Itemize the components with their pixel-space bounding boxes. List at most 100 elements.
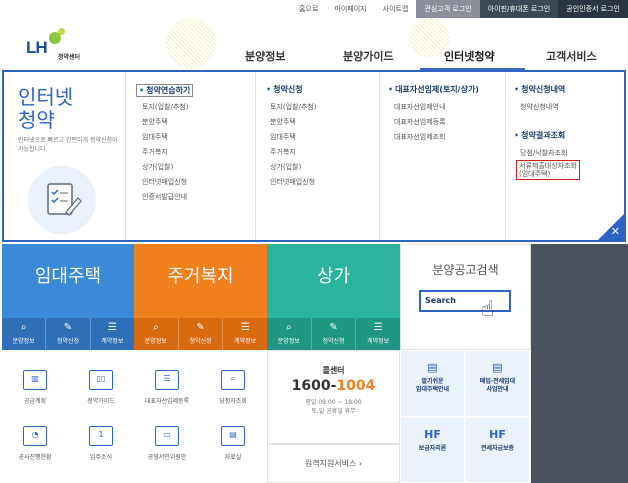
- tile-label: 매입·전세임대 사업안내: [466, 378, 529, 394]
- quick-apply-guide[interactable]: ▯▯ 청약가이드: [68, 370, 134, 405]
- tile-sale-info-link[interactable]: ⌕ 분양정보: [134, 318, 179, 350]
- quick-committee[interactable]: ▭ 공영서민위원안: [134, 426, 200, 461]
- rental-housing-tile[interactable]: 임대주택 ⌕ 분양정보 ✎ 청약신청 ☰ 계약정보: [2, 244, 134, 350]
- document-icon: ☰: [155, 370, 179, 390]
- quick-supply-plan[interactable]: ▥ 공급계획: [2, 370, 68, 405]
- remote-support-link[interactable]: 원격지원서비스 ›: [267, 444, 400, 483]
- quick-construction-status[interactable]: ◔ 공사진행현황: [2, 426, 68, 461]
- quick-label: 입주소식: [89, 454, 113, 461]
- practice-apply-heading[interactable]: 청약연습하기: [136, 84, 194, 97]
- nav-internet-apply[interactable]: 인터넷청약: [444, 48, 495, 64]
- mega-title-line2: 청약: [18, 108, 55, 132]
- representative-item-guide[interactable]: 대표자선임제안내: [394, 102, 446, 112]
- hf-logo-icon: HF: [489, 428, 506, 441]
- practice-item-sale-house[interactable]: 분양주택: [142, 117, 168, 127]
- number-suffix: 1004: [336, 378, 376, 394]
- practice-item-store[interactable]: 상가(입찰): [142, 162, 173, 172]
- apply-item-welfare[interactable]: 주거복지: [270, 147, 296, 157]
- practice-item-rental[interactable]: 임대주택: [142, 132, 168, 142]
- quick-move-in-news[interactable]: 1 입주소식: [68, 426, 134, 461]
- result-lookup-heading[interactable]: 청약결과조회: [514, 130, 565, 141]
- link-label: 청약신청: [322, 338, 345, 345]
- tile-label-line1: 매입·전세임대: [479, 378, 516, 385]
- call-center-number: 1600-1004: [268, 378, 399, 394]
- practice-item-purchase[interactable]: 인터넷매입신청: [142, 177, 187, 187]
- mega-col-practice: 청약연습하기 토지(입찰/추첨) 분양주택 임대주택 주거복지 상가(입찰) 인…: [126, 72, 256, 240]
- calendar-icon: 1: [89, 426, 113, 446]
- sitemap-link[interactable]: 사이트맵: [375, 0, 417, 18]
- apply-item-store[interactable]: 상가(입찰): [270, 162, 301, 172]
- tile-contract-link[interactable]: ☰ 계약정보: [223, 318, 267, 350]
- ipin-login-button[interactable]: 아이핀/휴대폰 로그인: [479, 0, 559, 18]
- main-nav: 분양정보 분양가이드 인터넷청약 고객서비스: [0, 48, 628, 66]
- quick-label: 자료실: [224, 454, 242, 461]
- close-icon[interactable]: ✕: [611, 225, 620, 238]
- practice-item-cert[interactable]: 인증서발급안내: [142, 192, 187, 202]
- notice-search-panel: 분양공고검색 Search ☝: [400, 244, 531, 350]
- quick-label: 대표자선임제등록: [144, 398, 190, 405]
- tile-label-line2: 사업안내: [486, 386, 509, 393]
- hours-weekday: 평일 09:00 ~ 18:00: [305, 399, 362, 406]
- jeonse-guarantee-tile[interactable]: HF 전세자금보증: [465, 417, 530, 483]
- tile-title: 임대주택: [34, 266, 102, 287]
- interest-login-button[interactable]: 관심고객 로그인: [416, 0, 480, 18]
- document-submission-lookup-item[interactable]: 서류제출대상자조회 (임대주택): [516, 160, 580, 180]
- mega-title: 인터넷 청약: [18, 86, 73, 132]
- tile-apply-link[interactable]: ✎ 청약신청: [312, 318, 357, 350]
- tile-label-line1: 알기쉬운: [421, 378, 444, 385]
- quick-representative-register[interactable]: ☰ 대표자선임제등록: [134, 370, 200, 405]
- apply-item-rental[interactable]: 임대주택: [270, 132, 296, 142]
- home-link[interactable]: 홈으로: [291, 0, 326, 18]
- apply-heading[interactable]: 청약신청: [266, 84, 302, 95]
- nav-customer-service[interactable]: 고객서비스: [546, 48, 597, 64]
- chart-icon: ▥: [23, 370, 47, 390]
- tile-sub-links: ⌕ 분양정보 ✎ 청약신청 ☰ 계약정보: [267, 318, 400, 350]
- tile-contract-link[interactable]: ☰ 계약정보: [356, 318, 400, 350]
- nav-sale-info[interactable]: 분양정보: [245, 48, 285, 64]
- tile-sub-links: ⌕ 분양정보 ✎ 청약신청 ☰ 계약정보: [2, 318, 134, 350]
- representative-item-lookup[interactable]: 대표자선임제조회: [394, 132, 446, 142]
- housing-welfare-tile[interactable]: 주거복지 ⌕ 분양정보 ✎ 청약신청 ☰ 계약정보: [134, 244, 267, 350]
- search-panel-title: 분양공고검색: [432, 263, 499, 277]
- call-center: 콜센터 1600-1004 평일 09:00 ~ 18:00 토.일 공휴일 휴…: [267, 350, 400, 444]
- store-tile[interactable]: 상가 ⌕ 분양정보 ✎ 청약신청 ☰ 계약정보: [267, 244, 400, 350]
- apply-item-purchase[interactable]: 인터넷매입신청: [270, 177, 315, 187]
- purchase-rent-tile[interactable]: ▤ 매입·전세임대 사업안내: [465, 350, 530, 417]
- call-center-hours: 평일 09:00 ~ 18:00 토.일 공휴일 휴무: [268, 398, 399, 416]
- mega-menu: 인터넷 청약 인터넷으로 빠르고 간편하게 청약신청이 가능합니다. 청약연습하…: [2, 70, 626, 242]
- practice-item-welfare[interactable]: 주거복지: [142, 147, 168, 157]
- apply-history-item[interactable]: 청약신청내역: [520, 102, 559, 112]
- tile-sale-info-link[interactable]: ⌕ 분양정보: [267, 318, 312, 350]
- link-label: 분양정보: [12, 338, 35, 345]
- quick-archive[interactable]: ▤ 자료실: [200, 426, 266, 461]
- representative-item-register[interactable]: 대표자선임제등록: [394, 117, 446, 127]
- winner-lookup-item[interactable]: 당첨/낙찰자조회: [520, 148, 567, 158]
- quick-winner-lookup[interactable]: ⌕ 당첨자조회: [200, 370, 266, 405]
- mega-col-representative: 대표자선임제(토지/상가) 대표자선임제안내 대표자선임제등록 대표자선임제조회: [380, 72, 506, 240]
- tile-apply-link[interactable]: ✎ 청약신청: [46, 318, 91, 350]
- search-icon: ⌕: [286, 322, 292, 333]
- apply-item-sale-house[interactable]: 분양주택: [270, 117, 296, 127]
- representative-heading[interactable]: 대표자선임제(토지/상가): [388, 84, 479, 95]
- tile-apply-link[interactable]: ✎ 청약신청: [179, 318, 224, 350]
- cert-login-button[interactable]: 공인인증서 로그인: [558, 0, 628, 18]
- tile-label: 전세자금보증: [480, 445, 515, 452]
- number-prefix: 1600-: [291, 378, 337, 394]
- list-icon: ☰: [107, 322, 117, 333]
- practice-item-land[interactable]: 토지(입찰/추첨): [142, 102, 188, 112]
- apply-history-heading[interactable]: 청약신청내역: [514, 84, 565, 95]
- tile-label-line2: 임대주택안내: [415, 386, 450, 393]
- search-button[interactable]: Search: [419, 290, 511, 312]
- nav-sale-guide[interactable]: 분양가이드: [343, 48, 394, 64]
- link-label: 계약정보: [234, 338, 257, 345]
- quick-label: 공사진행현황: [18, 454, 52, 461]
- checklist-pen-icon: [47, 183, 82, 216]
- logo-circle-small: [58, 28, 65, 35]
- monitor-icon: ▭: [155, 426, 179, 446]
- rental-guide-tile[interactable]: ▤ 알기쉬운 임대주택안내: [400, 350, 465, 417]
- tile-sale-info-link[interactable]: ⌕ 분양정보: [2, 318, 47, 350]
- bogeumjari-loan-tile[interactable]: HF 보금자리론: [400, 417, 465, 483]
- apply-item-land[interactable]: 토지(입찰/추첨): [270, 102, 316, 112]
- mypage-link[interactable]: 마이페이지: [326, 0, 374, 18]
- tile-contract-link[interactable]: ☰ 계약정보: [91, 318, 134, 350]
